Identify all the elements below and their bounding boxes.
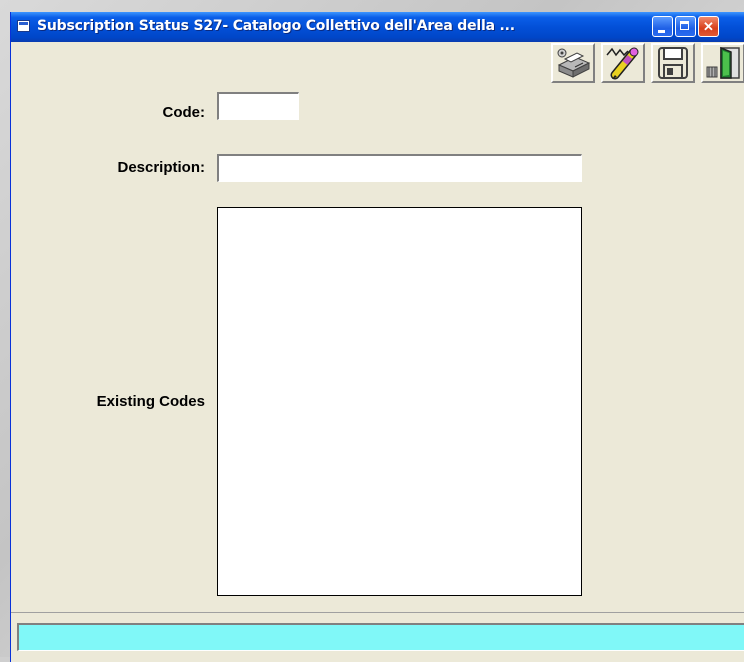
minimize-button[interactable] (652, 16, 673, 37)
maximize-button[interactable] (675, 16, 696, 37)
existing-codes-label: Existing Codes (96, 393, 205, 410)
edit-button[interactable] (601, 43, 645, 83)
code-field[interactable] (217, 92, 299, 120)
save-button[interactable] (651, 43, 695, 83)
title-bar[interactable]: Subscription Status S27- Catalogo Collet… (11, 12, 744, 42)
edit-pen-icon (606, 47, 639, 80)
exit-door-icon (706, 46, 740, 79)
window-app-icon[interactable] (17, 20, 30, 32)
window-title: Subscription Status S27- Catalogo Collet… (37, 18, 515, 34)
save-disk-icon (658, 47, 688, 79)
subscription-status-window: Subscription Status S27- Catalogo Collet… (10, 12, 744, 662)
close-button[interactable]: ✕ (698, 16, 719, 37)
description-field[interactable] (217, 154, 582, 182)
existing-codes-list[interactable] (217, 207, 582, 596)
code-label: Code: (162, 104, 206, 121)
print-button[interactable] (551, 43, 595, 83)
printer-icon (557, 48, 591, 78)
description-label: Description: (117, 159, 205, 176)
exit-button[interactable] (701, 43, 744, 83)
status-field (17, 623, 744, 651)
status-bar (11, 612, 744, 662)
